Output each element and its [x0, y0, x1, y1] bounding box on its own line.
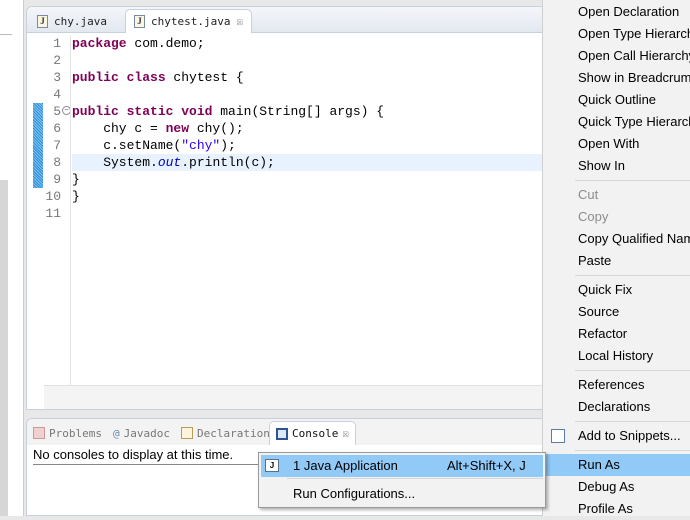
line-number: 3 — [53, 70, 61, 85]
at-icon: @ — [113, 426, 120, 440]
menu-java-application[interactable]: J 1 Java Application Alt+Shift+X, J — [261, 455, 543, 477]
menu-quick-outline[interactable]: Quick Outline — [543, 89, 690, 111]
menu-paste[interactable]: Paste — [543, 250, 690, 272]
menu-copy-qualified-name[interactable]: Copy Qualified Name — [543, 228, 690, 250]
console-icon — [276, 427, 288, 440]
run-as-submenu: J 1 Java Application Alt+Shift+X, J Run Co… — [258, 452, 546, 508]
line-number: 1 — [53, 36, 61, 51]
horizontal-scrollbar[interactable] — [44, 385, 544, 409]
menu-profile-as[interactable]: Profile As — [543, 498, 690, 520]
menu-run-configurations[interactable]: Run Configurations... — [261, 483, 543, 505]
line-number: 10 — [45, 189, 61, 204]
code-line: public class chytest { — [72, 70, 244, 85]
code-line: public static void main(String[] args) { — [72, 104, 385, 119]
menu-open-with[interactable]: Open With — [543, 133, 690, 155]
code-line: } — [72, 189, 80, 204]
tab-javadoc[interactable]: @ Javadoc — [109, 421, 174, 445]
code-area[interactable]: 1 package com.demo; 2 3 public class chyte… — [27, 35, 545, 385]
java-file-icon: J — [134, 15, 145, 28]
tab-chytest-java[interactable]: Jchytest.java ☒ — [125, 9, 253, 33]
tab-chy-java[interactable]: Jchy.java — [29, 9, 115, 33]
menu-local-history[interactable]: Local History — [543, 345, 690, 367]
tab-label: Problems — [49, 426, 102, 440]
line-number: 5 — [53, 104, 61, 119]
menu-quick-type-hierarchy[interactable]: Quick Type Hierarchy — [543, 111, 690, 133]
code-line: } — [72, 172, 80, 187]
menu-refactor[interactable]: Refactor — [543, 323, 690, 345]
code-line: chy c = new chy(); — [72, 121, 244, 136]
line-number: 7 — [53, 138, 61, 153]
menu-quick-fix[interactable]: Quick Fix — [543, 279, 690, 301]
code-line-current: System.out.println(c); — [72, 155, 275, 170]
menu-references[interactable]: References — [543, 374, 690, 396]
menu-open-call-hierarchy[interactable]: Open Call Hierarchy — [543, 45, 690, 67]
tab-declaration[interactable]: Declaration — [177, 421, 274, 445]
tab-label: chytest.java — [151, 15, 231, 28]
package-explorer-panel — [0, 0, 24, 516]
java-app-icon: J — [265, 459, 279, 472]
tab-problems[interactable]: Problems — [29, 421, 106, 445]
menu-copy[interactable]: Copy — [543, 206, 690, 228]
line-number: 2 — [53, 53, 61, 68]
editor-tab-bar: Jchy.java Jchytest.java ☒ — [27, 7, 545, 33]
menu-cut[interactable]: Cut — [543, 184, 690, 206]
line-number: 4 — [53, 87, 61, 102]
shortcut-label: Alt+Shift+X, J — [447, 458, 526, 473]
menu-open-type-hierarchy[interactable]: Open Type Hierarchy — [543, 23, 690, 45]
menu-label: 1 Java Application — [293, 458, 398, 473]
line-number: 11 — [45, 206, 61, 221]
line-number: 6 — [53, 121, 61, 136]
declaration-icon — [181, 427, 193, 439]
console-message: No consoles to display at this time. — [33, 447, 263, 465]
tab-label: Console — [292, 427, 339, 440]
scrollbar[interactable] — [0, 180, 8, 516]
line-number: 8 — [53, 155, 61, 170]
menu-label: Add to Snippets... — [578, 428, 681, 443]
code-editor: Jchy.java Jchytest.java ☒ 1 package com.de… — [26, 6, 546, 410]
menu-debug-as[interactable]: Debug As — [543, 476, 690, 498]
java-file-icon: J — [37, 14, 48, 28]
close-icon[interactable]: ☒ — [342, 427, 349, 440]
menu-open-declaration[interactable]: Open Declaration — [543, 1, 690, 23]
line-number: 9 — [53, 172, 61, 187]
menu-source[interactable]: Source — [543, 301, 690, 323]
menu-run-as[interactable]: Run As — [543, 454, 690, 476]
tab-label: Javadoc — [123, 426, 170, 440]
close-icon[interactable]: ☒ — [236, 15, 243, 28]
tab-label: Declaration — [197, 426, 270, 440]
menu-show-in-breadcrumb[interactable]: Show in Breadcrumb — [543, 67, 690, 89]
tab-console[interactable]: Console ☒ — [269, 421, 356, 445]
code-line: c.setName("chy"); — [72, 138, 236, 153]
tab-label: chy.java — [54, 14, 107, 28]
problems-icon — [33, 427, 45, 439]
snippet-icon — [551, 429, 565, 443]
menu-show-in[interactable]: Show In — [543, 155, 690, 177]
menu-declarations[interactable]: Declarations — [543, 396, 690, 418]
code-line: package com.demo; — [72, 36, 205, 51]
context-menu: Open Declaration Open Type Hierarchy Ope… — [542, 0, 690, 516]
menu-add-to-snippets[interactable]: Add to Snippets... — [543, 425, 690, 447]
